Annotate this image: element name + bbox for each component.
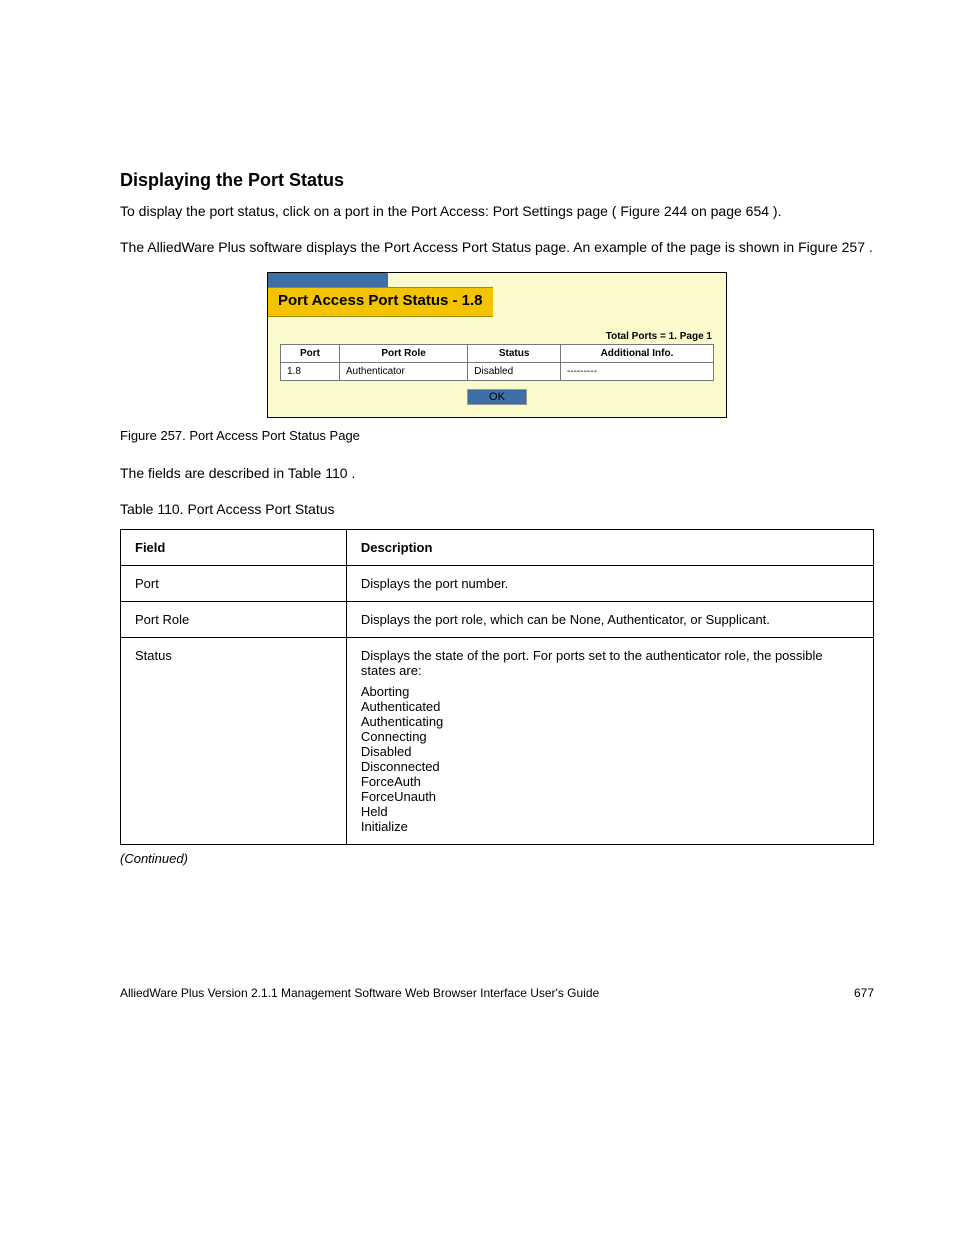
ok-button[interactable]: OK: [467, 389, 527, 405]
ref-desc-item: Authenticating: [361, 714, 859, 729]
ref-header-field: Field: [121, 529, 347, 565]
ref-desc: Displays the state of the port. For port…: [346, 637, 873, 844]
cell-port-role: Authenticator: [339, 363, 467, 381]
dialog-title: Port Access Port Status - 1.8: [278, 292, 483, 309]
ref-desc: Displays the port role, which can be Non…: [346, 601, 873, 637]
cell-port: 1.8: [281, 363, 340, 381]
ref-desc-item: Held: [361, 804, 859, 819]
dialog-body: Total Ports = 1. Page 1 Port Port Role S…: [268, 317, 726, 417]
ref-field: Port: [121, 565, 347, 601]
footer-left: AlliedWare Plus Version 2.1.1 Management…: [120, 986, 874, 1000]
cell-status: Disabled: [468, 363, 561, 381]
col-header-port-role: Port Role: [339, 345, 467, 363]
ref-row: Status Displays the state of the port. F…: [121, 637, 874, 844]
ref-field: Status: [121, 637, 347, 844]
figure-caption: Figure 257. Port Access Port Status Page: [120, 428, 874, 443]
ref-desc: Displays the port number.: [346, 565, 873, 601]
ref-desc-item: Disconnected: [361, 759, 859, 774]
ref-desc-item: ForceAuth: [361, 774, 859, 789]
ref-desc-item: Authenticated: [361, 699, 859, 714]
dialog-tab: [268, 273, 388, 287]
ok-row: OK: [280, 381, 714, 407]
ref-desc-item: Aborting: [361, 684, 859, 699]
ref-desc-item: Initialize: [361, 819, 859, 834]
port-status-table: Port Port Role Status Additional Info. 1…: [280, 344, 714, 381]
ref-desc-intro: Displays the state of the port. For port…: [361, 648, 859, 678]
continued-marker: (Continued): [120, 851, 874, 866]
ref-row: Port Displays the port number.: [121, 565, 874, 601]
ref-row: Port Role Displays the port role, which …: [121, 601, 874, 637]
ref-header-description: Description: [346, 529, 873, 565]
paragraph-2: The AlliedWare Plus software displays th…: [120, 237, 874, 259]
dialog-meta: Total Ports = 1. Page 1: [280, 331, 714, 342]
col-header-status: Status: [468, 345, 561, 363]
ref-field: Port Role: [121, 601, 347, 637]
ref-header-row: Field Description: [121, 529, 874, 565]
ref-desc-item: ForceUnauth: [361, 789, 859, 804]
lead-text: The fields are described in Table 110 .: [120, 463, 874, 485]
cell-additional-info: ---------: [560, 363, 713, 381]
footer-page-number: 677: [854, 986, 874, 1000]
table-row: 1.8 Authenticator Disabled ---------: [281, 363, 714, 381]
col-header-additional-info: Additional Info.: [560, 345, 713, 363]
figure-wrap: Port Access Port Status - 1.8 Total Port…: [120, 272, 874, 418]
col-header-port: Port: [281, 345, 340, 363]
section-heading: Displaying the Port Status: [120, 170, 874, 191]
ref-table-caption: Table 110. Port Access Port Status: [120, 499, 874, 521]
paragraph-1: To display the port status, click on a p…: [120, 201, 874, 223]
ref-desc-item: Connecting: [361, 729, 859, 744]
port-status-dialog: Port Access Port Status - 1.8 Total Port…: [267, 272, 727, 418]
table-header-row: Port Port Role Status Additional Info.: [281, 345, 714, 363]
dialog-title-bar: Port Access Port Status - 1.8: [268, 287, 493, 317]
ref-desc-item: Disabled: [361, 744, 859, 759]
page-footer: AlliedWare Plus Version 2.1.1 Management…: [120, 986, 874, 1000]
reference-table: Field Description Port Displays the port…: [120, 529, 874, 845]
